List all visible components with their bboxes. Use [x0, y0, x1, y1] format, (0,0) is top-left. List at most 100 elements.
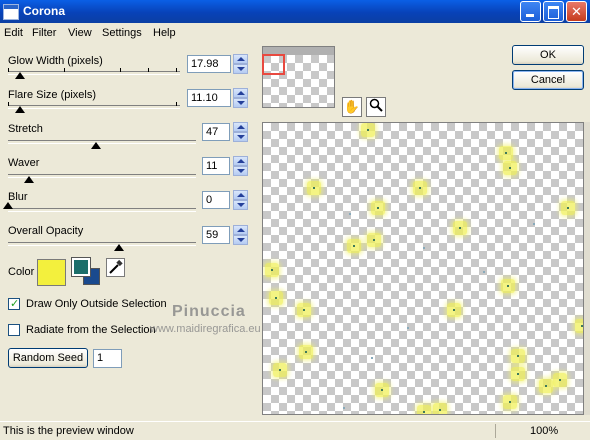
stretch-slider[interactable]	[8, 140, 196, 144]
status-bar: This is the preview window 100%	[0, 421, 590, 440]
corona-flare	[433, 403, 447, 414]
flare-size-input[interactable]: 11.10	[187, 89, 231, 107]
preview-region-indicator[interactable]	[262, 54, 285, 75]
sparkle-dot	[407, 327, 409, 329]
eyedropper-icon	[109, 259, 123, 274]
corona-flare	[561, 201, 575, 215]
corona-flare	[499, 146, 513, 160]
maximize-button[interactable]	[543, 1, 564, 22]
status-text: This is the preview window	[3, 425, 134, 437]
spin-up-icon[interactable]	[233, 122, 248, 132]
cancel-button[interactable]: Cancel	[512, 70, 584, 90]
corona-flare	[273, 363, 287, 377]
spin-up-icon[interactable]	[233, 54, 248, 64]
menu-bar: Edit Filter View Settings Help	[0, 23, 590, 42]
stretch-slider-thumb[interactable]	[91, 142, 102, 149]
menu-settings[interactable]: Settings	[102, 27, 142, 39]
pan-tool-button[interactable]: ✋	[342, 97, 362, 117]
corona-flare	[447, 303, 461, 317]
sparkle-dot	[533, 223, 535, 225]
glow-width-slider[interactable]	[8, 71, 180, 75]
radiate-from-selection-checkbox[interactable]	[8, 324, 20, 336]
corona-flare	[367, 233, 381, 247]
glow-width-label: Glow Width (pixels)	[8, 55, 103, 67]
spin-down-icon[interactable]	[233, 64, 248, 74]
draw-only-outside-checkbox[interactable]: ✓	[8, 298, 20, 310]
corona-flare	[575, 319, 583, 333]
flare-size-spinner[interactable]	[233, 88, 248, 108]
sparkle-dot	[343, 407, 345, 409]
glow-width-slider-thumb[interactable]	[15, 72, 26, 79]
blur-input[interactable]: 0	[202, 191, 230, 209]
menu-edit[interactable]: Edit	[4, 27, 23, 39]
blur-spinner[interactable]	[233, 190, 248, 210]
spin-up-icon[interactable]	[233, 225, 248, 235]
title-bar[interactable]: Corona ✕	[0, 0, 590, 23]
watermark-name: Pinuccia	[172, 303, 246, 320]
zoom-tool-button[interactable]	[366, 97, 386, 117]
magnifier-icon	[369, 98, 383, 112]
spin-down-icon[interactable]	[233, 132, 248, 142]
corona-flare	[297, 303, 311, 317]
overall-opacity-slider-thumb[interactable]	[113, 244, 124, 251]
watermark-url: www.maidiregrafica.eu	[150, 323, 261, 335]
minimize-button[interactable]	[520, 1, 541, 22]
corona-flare	[553, 373, 567, 387]
overall-opacity-spinner[interactable]	[233, 225, 248, 245]
waver-spinner[interactable]	[233, 156, 248, 176]
glow-width-input[interactable]: 17.98	[187, 55, 231, 73]
secondary-color-swatch[interactable]	[71, 257, 91, 277]
corona-flare	[511, 349, 525, 363]
flare-size-label: Flare Size (pixels)	[8, 89, 97, 101]
menu-filter[interactable]: Filter	[32, 27, 56, 39]
waver-input[interactable]: 11	[202, 157, 230, 175]
spin-down-icon[interactable]	[233, 200, 248, 210]
spin-up-icon[interactable]	[233, 190, 248, 200]
overall-opacity-input[interactable]: 59	[202, 226, 230, 244]
corona-flare	[511, 367, 525, 381]
flare-size-slider-thumb[interactable]	[15, 106, 26, 113]
corona-flare	[453, 221, 467, 235]
stretch-label: Stretch	[8, 123, 43, 135]
preview-window[interactable]	[262, 122, 584, 415]
waver-slider[interactable]	[8, 174, 196, 178]
zoom-level: 100%	[530, 425, 559, 437]
ok-button[interactable]: OK	[512, 45, 584, 65]
sparkle-dot	[483, 271, 485, 273]
spin-down-icon[interactable]	[233, 166, 248, 176]
corona-flare	[347, 239, 361, 253]
eyedropper-button[interactable]	[106, 258, 125, 277]
preview-scrollbar[interactable]	[584, 122, 590, 415]
close-button[interactable]: ✕	[566, 1, 587, 22]
spin-down-icon[interactable]	[233, 235, 248, 245]
corona-flare	[375, 383, 389, 397]
sparkle-dot	[423, 247, 425, 249]
corona-flare	[307, 181, 321, 195]
spin-down-icon[interactable]	[233, 98, 248, 108]
random-seed-button[interactable]: Random Seed	[8, 348, 88, 368]
maximize-icon	[544, 2, 563, 21]
spin-up-icon[interactable]	[233, 156, 248, 166]
random-seed-input[interactable]: 1	[93, 349, 122, 368]
spin-up-icon[interactable]	[233, 88, 248, 98]
stretch-input[interactable]: 47	[202, 123, 230, 141]
primary-color-swatch[interactable]	[37, 259, 66, 286]
glow-width-spinner[interactable]	[233, 54, 248, 74]
blur-slider-thumb[interactable]	[3, 202, 13, 209]
waver-label: Waver	[8, 157, 40, 169]
corona-flare	[417, 405, 431, 414]
corona-flare	[361, 123, 375, 137]
menu-help[interactable]: Help	[153, 27, 176, 39]
corona-flare	[269, 291, 283, 305]
blur-slider[interactable]	[8, 208, 196, 212]
flare-size-slider[interactable]	[8, 105, 180, 109]
corona-flare	[299, 345, 313, 359]
waver-slider-thumb[interactable]	[23, 176, 34, 183]
radiate-from-selection-label: Radiate from the Selection	[26, 324, 156, 336]
overall-opacity-slider[interactable]	[8, 242, 196, 246]
corona-flare	[413, 181, 427, 195]
draw-only-outside-label: Draw Only Outside Selection	[26, 298, 167, 310]
menu-view[interactable]: View	[68, 27, 92, 39]
color-label: Color	[8, 266, 35, 278]
stretch-spinner[interactable]	[233, 122, 248, 142]
